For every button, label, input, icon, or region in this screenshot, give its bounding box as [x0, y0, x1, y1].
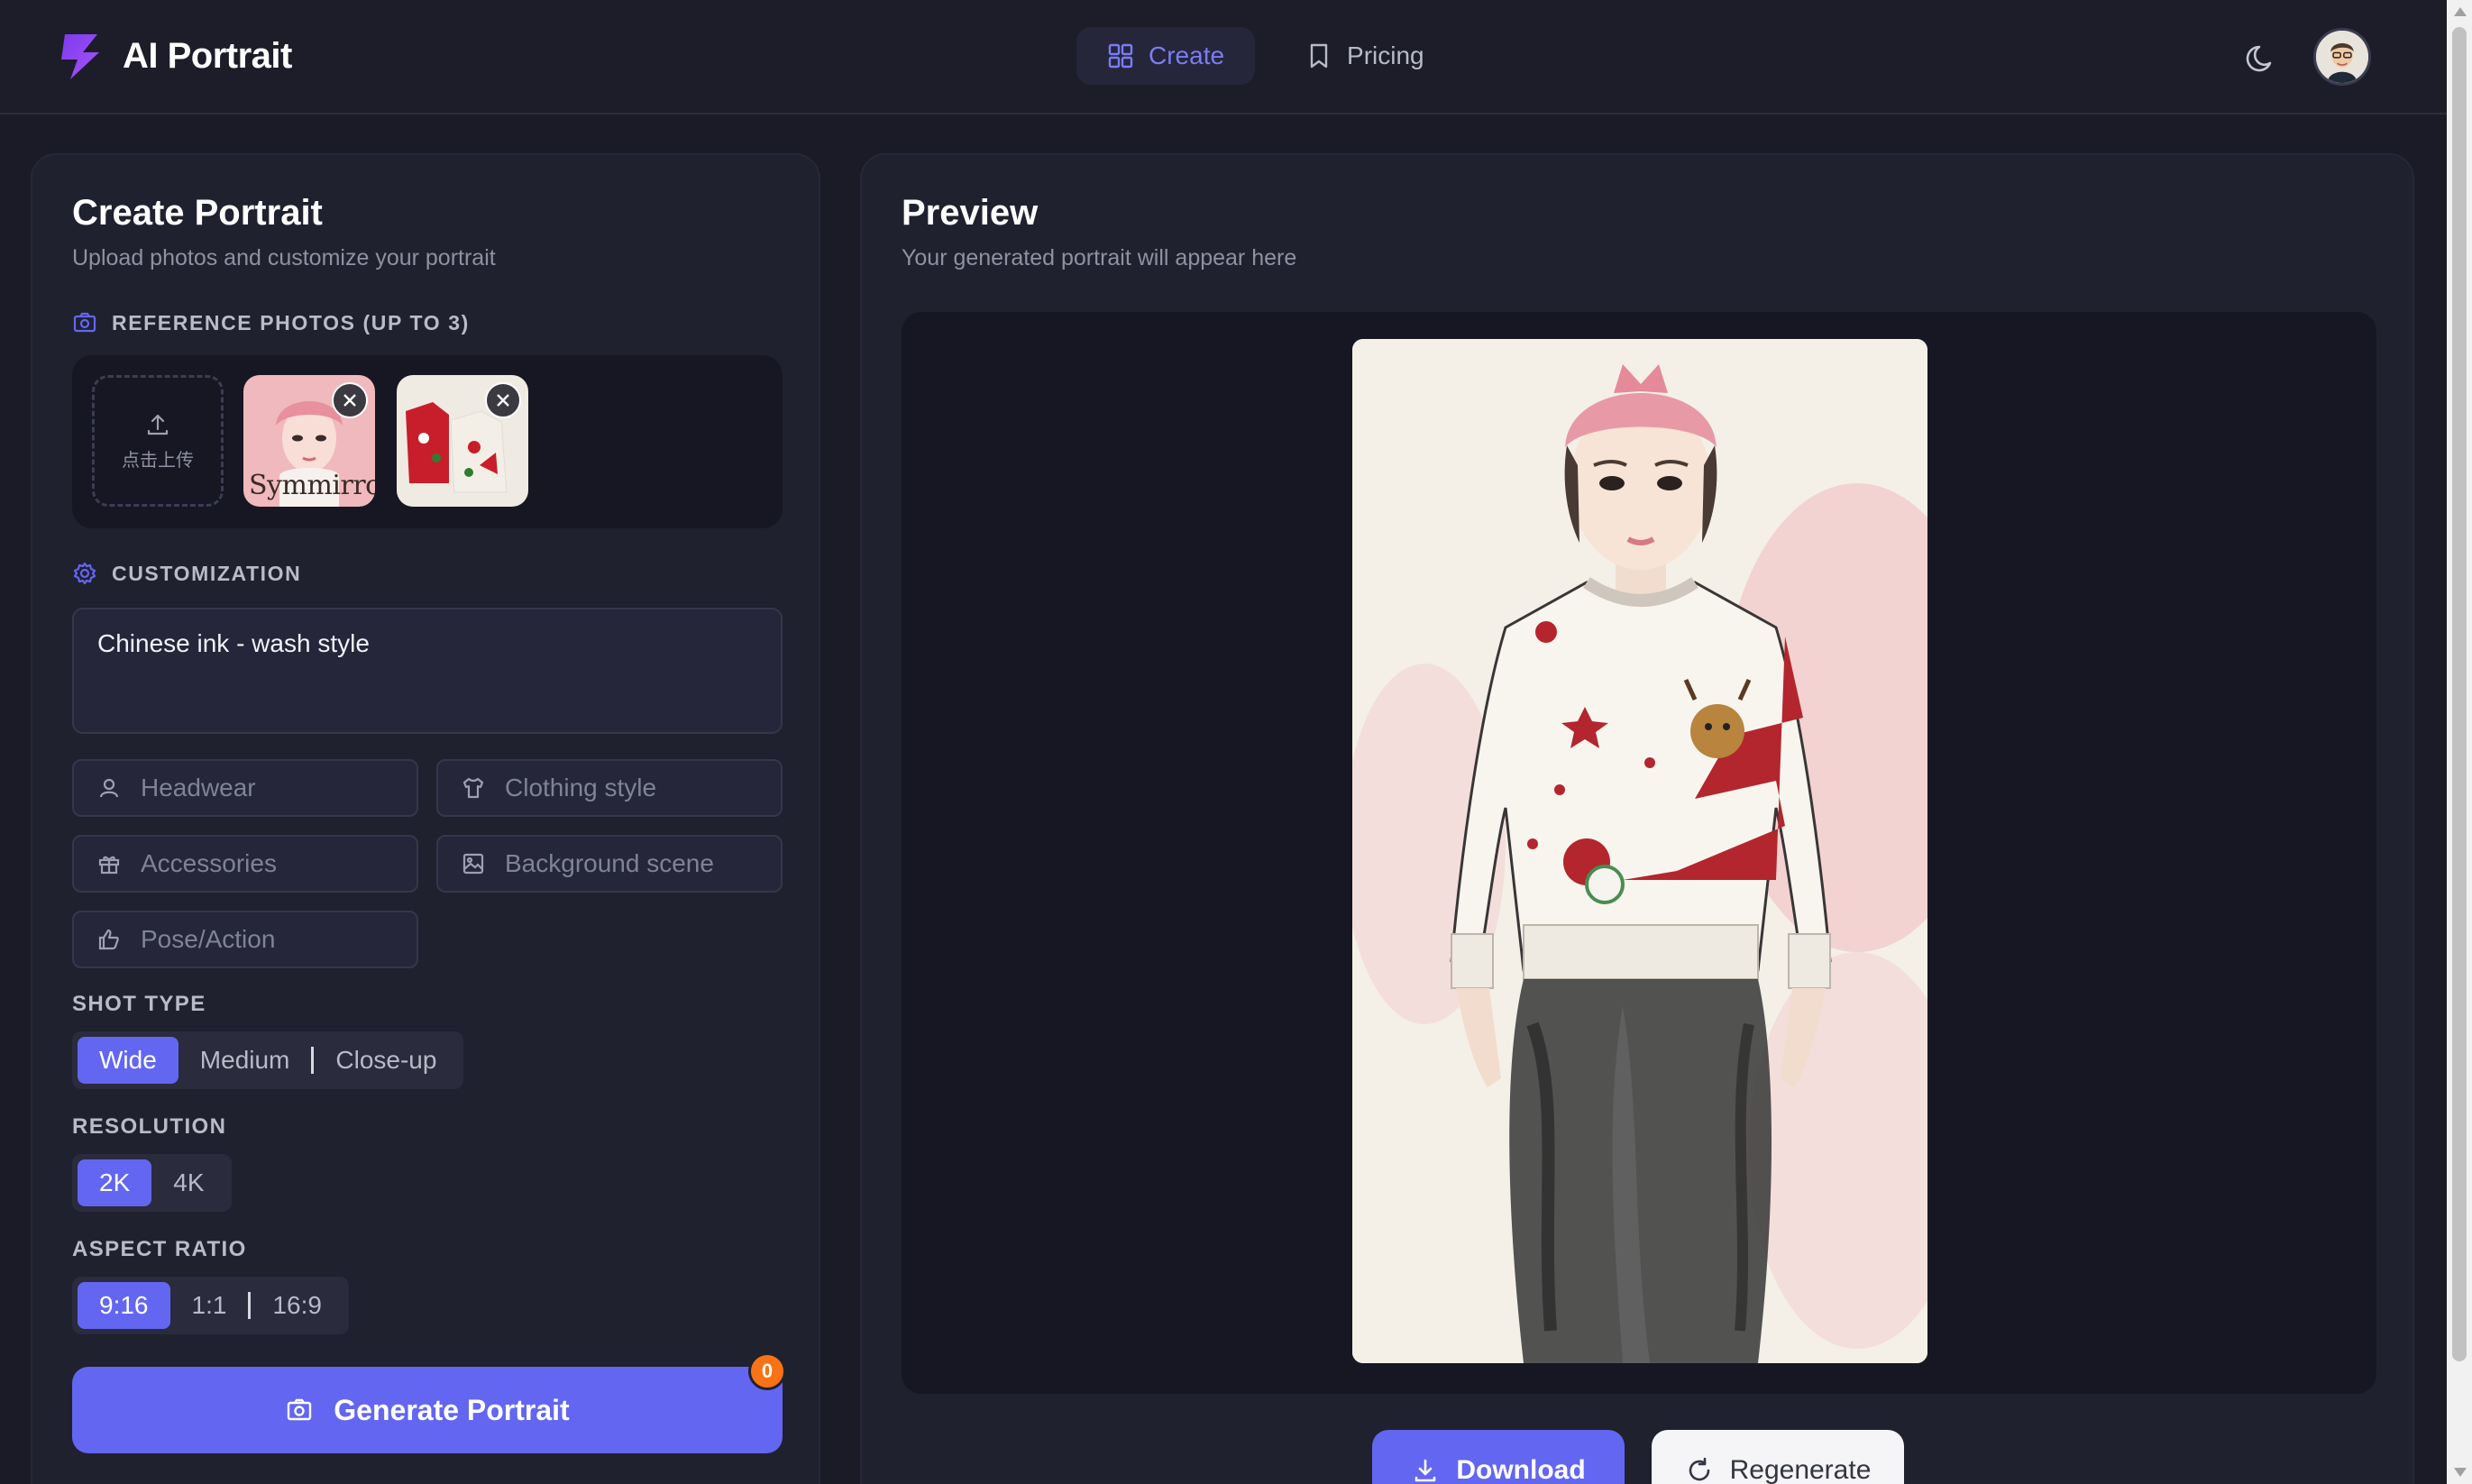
accessories-placeholder: Accessories [141, 849, 277, 877]
gear-icon [73, 562, 96, 585]
download-label: Download [1456, 1455, 1586, 1484]
close-icon [343, 394, 356, 407]
lightning-logo-icon [61, 34, 99, 79]
top-navbar: AI Portrait Create Pricing [0, 0, 2447, 115]
generate-label: Generate Portrait [334, 1393, 570, 1426]
nav-pricing[interactable]: Pricing [1275, 27, 1455, 85]
reference-thumb-1[interactable]: Symmirror [243, 375, 375, 507]
scroll-down-arrow[interactable] [2454, 1468, 2467, 1477]
image-icon [462, 853, 484, 875]
portrait-artwork [1352, 339, 1927, 1363]
upload-icon [147, 414, 169, 435]
aspect-9-16-option[interactable]: 9:16 [78, 1282, 170, 1329]
thumb-caption: Symmirror [249, 470, 375, 501]
regenerate-label: Regenerate [1729, 1455, 1872, 1484]
shirt-icon [462, 777, 484, 799]
aspect-ratio-label: ASPECT RATIO [72, 1237, 247, 1261]
moon-icon[interactable] [2243, 38, 2283, 78]
preview-panel: Preview Your generated portrait will app… [860, 153, 2414, 1484]
pose-placeholder: Pose/Action [141, 925, 276, 953]
resolution-2k-option[interactable]: 2K [78, 1159, 152, 1206]
reference-photos-label: REFERENCE PHOTOS (UP TO 3) [72, 310, 470, 335]
remove-photo-1-button[interactable] [332, 382, 368, 418]
upload-text: 点击上传 [122, 450, 194, 471]
aspect-16-9-option[interactable]: 16:9 [251, 1282, 343, 1329]
remove-photo-2-button[interactable] [485, 382, 521, 418]
resolution-selector: 2K 4K [72, 1154, 232, 1212]
headwear-placeholder: Headwear [141, 774, 256, 802]
credits-badge: 0 [748, 1352, 786, 1390]
customization-text: CUSTOMIZATION [112, 561, 302, 585]
reference-thumb-2[interactable] [397, 375, 528, 507]
aspect-ratio-selector: 9:16 1:1 16:9 [72, 1277, 349, 1334]
close-icon [497, 394, 509, 407]
refresh-icon [1689, 1457, 1709, 1481]
pose-action-input[interactable]: Pose/Action [72, 911, 418, 968]
app-title: AI Portrait [123, 35, 292, 76]
main-nav: Create Pricing [1076, 27, 1455, 85]
scroll-up-arrow[interactable] [2454, 7, 2467, 16]
shot-closeup-option[interactable]: Close-up [314, 1037, 458, 1084]
preview-title: Preview [902, 193, 1039, 233]
nav-create[interactable]: Create [1076, 27, 1256, 85]
reference-photos-text: REFERENCE PHOTOS (UP TO 3) [112, 310, 470, 334]
generated-portrait-image[interactable] [1352, 339, 1927, 1363]
create-panel: Create Portrait Upload photos and custom… [31, 153, 820, 1484]
reference-photos-box: 点击上传 Symmirror [72, 355, 783, 528]
regenerate-button[interactable]: Regenerate [1652, 1430, 1904, 1484]
page-scrollbar[interactable] [2447, 0, 2472, 1484]
customization-value: Chinese ink - wash style [97, 629, 370, 657]
nav-pricing-label: Pricing [1347, 41, 1424, 69]
customization-label: CUSTOMIZATION [72, 561, 301, 586]
background-scene-input[interactable]: Background scene [436, 835, 783, 893]
accessories-input[interactable]: Accessories [72, 835, 418, 893]
nav-create-label: Create [1149, 41, 1225, 69]
aspect-1-1-option[interactable]: 1:1 [170, 1282, 249, 1329]
user-icon [99, 778, 119, 798]
camera-icon [288, 1398, 312, 1421]
camera-icon [73, 312, 96, 333]
download-button[interactable]: Download [1372, 1430, 1625, 1484]
brand[interactable]: AI Portrait [56, 31, 292, 81]
shot-type-selector: Wide Medium Close-up [72, 1031, 464, 1089]
shot-medium-option[interactable]: Medium [179, 1037, 312, 1084]
scroll-thumb[interactable] [2452, 27, 2467, 1361]
preview-subtitle: Your generated portrait will appear here [902, 245, 1297, 270]
user-avatar[interactable] [2313, 28, 2371, 86]
create-title: Create Portrait [72, 193, 323, 233]
resolution-label: RESOLUTION [72, 1114, 227, 1139]
clothing-style-input[interactable]: Clothing style [436, 759, 783, 817]
gift-icon [98, 856, 120, 875]
shot-type-label: SHOT TYPE [72, 992, 206, 1016]
headwear-input[interactable]: Headwear [72, 759, 418, 817]
generate-portrait-button[interactable]: Generate Portrait [72, 1367, 783, 1453]
clothing-placeholder: Clothing style [505, 774, 657, 802]
bookmark-icon [1310, 43, 1328, 69]
grid-icon [1108, 43, 1133, 69]
create-subtitle: Upload photos and customize your portrai… [72, 245, 496, 270]
upload-button[interactable]: 点击上传 [92, 375, 224, 507]
background-placeholder: Background scene [505, 849, 714, 877]
preview-area [902, 312, 2376, 1394]
thumbs-up-icon [98, 929, 119, 950]
resolution-4k-option[interactable]: 4K [151, 1159, 225, 1206]
customization-textarea[interactable]: Chinese ink - wash style [72, 608, 783, 734]
shot-wide-option[interactable]: Wide [78, 1037, 179, 1084]
download-icon [1415, 1459, 1436, 1482]
avatar-image [2316, 31, 2368, 83]
